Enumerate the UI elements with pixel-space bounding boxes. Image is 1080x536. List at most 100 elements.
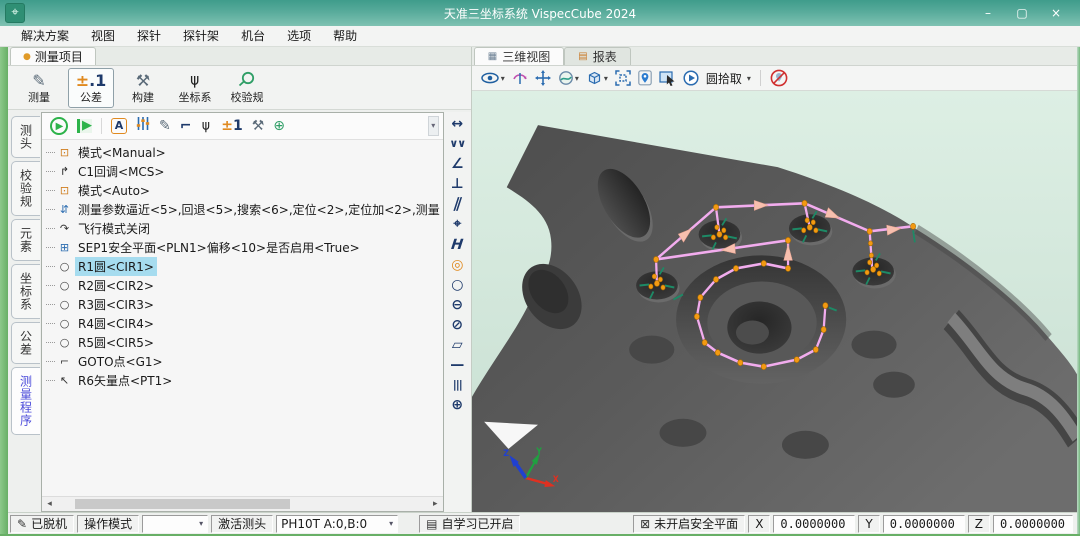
- flatness-icon[interactable]: ▱: [452, 337, 463, 353]
- profile-line-icon[interactable]: ∨∨: [449, 136, 465, 152]
- cube-view-icon[interactable]: ▾: [586, 70, 608, 86]
- construct-tool-icon[interactable]: ⚒: [252, 116, 265, 136]
- tree-item-circle-r1[interactable]: ○R1圆<CIR1>: [46, 257, 443, 276]
- gauge-check-button[interactable]: 校验规: [224, 68, 270, 108]
- tolerance-button[interactable]: ±.1 公差: [68, 68, 114, 108]
- coordsys-tool-icon[interactable]: ⋔: [200, 116, 212, 136]
- sidetab-tolerance[interactable]: 公差: [11, 322, 40, 364]
- menu-help[interactable]: 帮助: [322, 26, 368, 46]
- toolbar-overflow-button[interactable]: ▾: [428, 116, 439, 136]
- position-icon[interactable]: ⌖: [453, 216, 461, 232]
- tree-item-mode-manual[interactable]: ⊡模式<Manual>: [46, 143, 443, 162]
- menu-bar: 解决方案 视图 探针 探针架 机台 选项 帮助: [0, 26, 1080, 47]
- tree-item-vector-point[interactable]: ↖R6矢量点<PT1>: [46, 371, 443, 390]
- sidetab-elements[interactable]: 元素: [11, 219, 40, 261]
- ribbon-toolbar: ✎ 测量 ±.1 公差 ⚒ 构建 ⋔ 坐标系: [8, 66, 471, 110]
- tab-report[interactable]: ▤ 报表: [564, 47, 630, 65]
- tree-item-circle-r2[interactable]: ○R2圆<CIR2>: [46, 276, 443, 295]
- tree-item-safety-plane[interactable]: ⊞SEP1安全平面<PLN1>偏移<10>是否启用<True>: [46, 238, 443, 257]
- parameters-icon[interactable]: [136, 116, 150, 137]
- scrollbar-thumb[interactable]: [75, 499, 290, 509]
- play-measure-icon[interactable]: [683, 70, 699, 86]
- coordinate-system-button[interactable]: ⋔ 坐标系: [172, 68, 218, 108]
- tree-item-measure-params[interactable]: ⇵测量参数逼近<5>,回退<5>,搜索<6>,定位<2>,定位加<2>,测量: [46, 200, 443, 219]
- measure-button[interactable]: ✎ 测量: [16, 68, 62, 108]
- program-tree-area: ▶ ▶ A ✎ ⌐ ⋔ ±1 ⚒: [41, 112, 444, 512]
- pan-move-icon[interactable]: [535, 70, 551, 86]
- probe-path-icon[interactable]: ⊕: [273, 116, 285, 136]
- menu-view[interactable]: 视图: [80, 26, 126, 46]
- distance-icon[interactable]: ↔: [451, 116, 463, 132]
- safety-plane-status: ⊠ 未开启安全平面: [633, 515, 745, 533]
- orbit-rotate-icon[interactable]: [512, 70, 528, 86]
- scroll-left-button[interactable]: ◂: [42, 499, 57, 509]
- active-probe-select[interactable]: PH10T A:0,B:0 ▾: [276, 515, 398, 533]
- sidetab-measure-program[interactable]: 测量程序: [11, 367, 40, 435]
- project-tab-icon: ●: [23, 52, 31, 62]
- tree-horizontal-scrollbar[interactable]: ◂ ▸: [42, 496, 443, 511]
- parallelism-icon[interactable]: ∥: [451, 196, 463, 212]
- sidetab-gauge[interactable]: 校验规: [11, 161, 40, 216]
- close-button[interactable]: ×: [1042, 4, 1070, 22]
- operation-mode-select[interactable]: ▾: [142, 515, 208, 533]
- perpendicularity-icon[interactable]: ⊥: [451, 176, 464, 192]
- run-program-icon[interactable]: ▶: [50, 117, 68, 135]
- symmetry-icon[interactable]: ⊖: [451, 297, 463, 313]
- auto-label-icon[interactable]: A: [111, 118, 127, 134]
- sidetab-coordsys[interactable]: 坐标系: [11, 264, 40, 319]
- menu-probe[interactable]: 探针: [126, 26, 172, 46]
- tree-item-circle-r4[interactable]: ○R4圆<CIR4>: [46, 314, 443, 333]
- tree-item-goto-point[interactable]: ⌐GOTO点<G1>: [46, 352, 443, 371]
- total-runout-icon[interactable]: ⊕: [451, 397, 463, 413]
- concentricity-icon[interactable]: ◎: [451, 257, 463, 273]
- circle-icon: ○: [57, 298, 72, 311]
- minimize-button[interactable]: –: [974, 4, 1002, 22]
- 3d-scene[interactable]: X Y Z: [472, 91, 1077, 512]
- x-coordinate-value: 0.0000000: [773, 515, 855, 533]
- tolerance-tool-icon[interactable]: ±1: [221, 116, 242, 136]
- axis-z-label: Z: [503, 447, 509, 458]
- maximize-button[interactable]: ▢: [1008, 4, 1036, 22]
- select-arrow-icon[interactable]: [659, 71, 676, 86]
- circle-icon: ○: [57, 279, 72, 292]
- circle-pick-dropdown[interactable]: 圆拾取 ▾: [706, 70, 751, 87]
- angularity-icon[interactable]: H: [449, 237, 466, 253]
- runout-icon[interactable]: ⊘: [451, 317, 463, 333]
- y-axis-label: Y: [858, 515, 879, 533]
- probe-disabled-icon[interactable]: [770, 69, 788, 87]
- sidetab-probe[interactable]: 测头: [11, 116, 40, 158]
- parallel-planes-icon[interactable]: |||: [453, 377, 462, 393]
- tree-item-mode-auto[interactable]: ⊡模式<Auto>: [46, 181, 443, 200]
- construct-button[interactable]: ⚒ 构建: [120, 68, 166, 108]
- step-run-icon[interactable]: ▶: [77, 119, 92, 133]
- title-bar: ⌖ 天准三坐标系统 VispecCube 2024 – ▢ ×: [0, 0, 1080, 26]
- mode-icon: ⊡: [57, 184, 72, 197]
- goto-tool-icon[interactable]: ⌐: [180, 116, 192, 136]
- shading-mode-icon[interactable]: ▾: [558, 70, 579, 86]
- tab-measure-project[interactable]: ● 测量项目: [10, 47, 96, 65]
- menu-options[interactable]: 选项: [276, 26, 322, 46]
- operation-mode-label: 操作模式: [77, 515, 139, 533]
- scroll-right-button[interactable]: ▸: [428, 499, 443, 509]
- angle-icon[interactable]: ∠: [451, 156, 464, 172]
- tree-item-callback[interactable]: ↱C1回调<MCS>: [46, 162, 443, 181]
- menu-machine[interactable]: 机台: [230, 26, 276, 46]
- menu-probe-rack[interactable]: 探针架: [172, 26, 230, 46]
- tree-item-circle-r3[interactable]: ○R3圆<CIR3>: [46, 295, 443, 314]
- tree-item-flight-mode[interactable]: ↷飞行模式关闭: [46, 219, 443, 238]
- 3d-viewport[interactable]: X Y Z: [472, 91, 1077, 512]
- 3d-view-tab-icon: ▦: [488, 51, 497, 62]
- locate-pin-icon[interactable]: [638, 70, 652, 86]
- straightness-icon[interactable]: —: [450, 357, 464, 373]
- zoom-fit-icon[interactable]: [615, 70, 631, 86]
- view-visibility-icon[interactable]: ▾: [481, 71, 505, 85]
- self-learning-icon: ▤: [426, 517, 437, 531]
- program-toolbar: ▶ ▶ A ✎ ⌐ ⋔ ±1 ⚒: [42, 113, 443, 140]
- measure-tool-icon[interactable]: ✎: [159, 116, 171, 136]
- x-axis-label: X: [748, 515, 770, 533]
- tab-3d-view[interactable]: ▦ 三维视图: [474, 47, 564, 65]
- menu-solution[interactable]: 解决方案: [10, 26, 80, 46]
- tree-item-circle-r5[interactable]: ○R5圆<CIR5>: [46, 333, 443, 352]
- roundness-icon[interactable]: ○: [451, 277, 463, 293]
- window-title: 天准三坐标系统 VispecCube 2024: [0, 5, 1080, 22]
